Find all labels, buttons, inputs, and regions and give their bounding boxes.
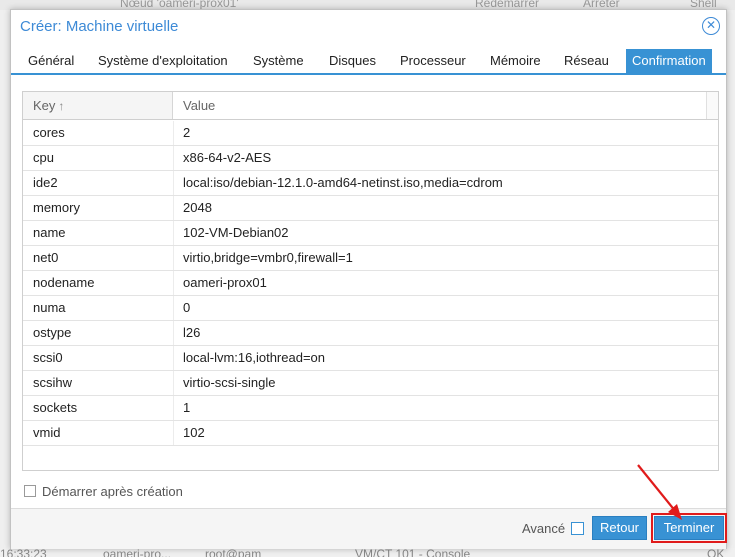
background-left-panel: [0, 10, 10, 548]
row-key: ide2: [33, 175, 58, 190]
column-divider: [173, 196, 174, 220]
row-key: vmid: [33, 425, 61, 440]
column-divider: [173, 171, 174, 195]
column-divider: [173, 296, 174, 320]
tab-network[interactable]: Réseau: [559, 49, 614, 73]
row-key: name: [33, 225, 66, 240]
column-divider: [173, 371, 174, 395]
table-row[interactable]: ide2 local:iso/debian-12.1.0-amd64-netins…: [23, 171, 718, 196]
row-key: cpu: [33, 150, 54, 165]
close-icon[interactable]: ✕: [702, 17, 720, 35]
column-divider: [173, 396, 174, 420]
row-key: sockets: [33, 400, 78, 415]
row-key: ostype: [33, 325, 72, 340]
column-divider: [173, 421, 174, 445]
background-right-panel: [727, 10, 735, 548]
grid-scrollbar[interactable]: [706, 92, 718, 119]
row-value: 0: [183, 300, 191, 315]
wizard-tabs: Général Système d'exploitation Système D…: [11, 49, 726, 75]
table-row[interactable]: cpu x86-64-v2-AES: [23, 146, 718, 171]
row-key: memory: [33, 200, 80, 215]
row-key: scsihw: [33, 375, 73, 390]
back-button[interactable]: Retour: [592, 516, 647, 540]
table-row[interactable]: scsihw virtio-scsi-single: [23, 371, 718, 396]
arrow-up-icon: ↑: [58, 99, 65, 113]
background-task-time: 16:33:23: [0, 548, 47, 557]
table-row[interactable]: memory 2048: [23, 196, 718, 221]
row-value: x86-64-v2-AES: [183, 150, 272, 165]
row-key: cores: [33, 125, 65, 140]
tab-general[interactable]: Général: [23, 49, 79, 73]
row-key: net0: [33, 250, 59, 265]
column-divider: [173, 246, 174, 270]
finish-button[interactable]: Terminer: [651, 513, 727, 543]
table-row[interactable]: name 102-VM-Debian02: [23, 221, 718, 246]
row-value: 102-VM-Debian02: [183, 225, 289, 240]
tab-disks[interactable]: Disques: [324, 49, 381, 73]
checkbox-box[interactable]: [24, 485, 36, 497]
background-task-node: oameri-pro...: [103, 548, 172, 557]
row-key: scsi0: [33, 350, 63, 365]
tab-memory[interactable]: Mémoire: [485, 49, 546, 73]
create-vm-dialog: Créer: Machine virtuelle ✕ Général Systè…: [10, 9, 727, 549]
table-row[interactable]: nodename oameri-prox01: [23, 271, 718, 296]
dialog-footer: Avancé Retour Terminer: [11, 508, 727, 549]
column-divider: [173, 346, 174, 370]
row-key: numa: [33, 300, 66, 315]
start-after-create-checkbox[interactable]: Démarrer après création: [24, 483, 183, 499]
row-value: virtio-scsi-single: [183, 375, 276, 390]
tab-confirmation[interactable]: Confirmation: [626, 49, 712, 73]
tab-os[interactable]: Système d'exploitation: [93, 49, 233, 73]
start-after-create-label: Démarrer après création: [42, 483, 183, 499]
column-divider: [173, 221, 174, 245]
background-task-description: VM/CT 101 - Console: [355, 548, 471, 557]
summary-grid: Key ↑ Value cores 2 cpu x86-64-v2-AES ide2 loc…: [22, 91, 719, 471]
column-header-key-label: Key: [33, 98, 56, 113]
table-row[interactable]: numa 0: [23, 296, 718, 321]
background-task-user: root@pam: [205, 548, 262, 557]
tab-system[interactable]: Système: [248, 49, 309, 73]
background-task-log: 16:33:23 oameri-pro... root@pam VM/CT 10…: [0, 548, 735, 557]
advanced-checkbox[interactable]: [571, 522, 585, 535]
row-value: oameri-prox01: [183, 275, 267, 290]
column-divider: [173, 121, 174, 145]
row-value: virtio,bridge=vmbr0,firewall=1: [183, 250, 353, 265]
row-value: 102: [183, 425, 205, 440]
dialog-title: Créer: Machine virtuelle: [20, 18, 179, 35]
table-row[interactable]: ostype l26: [23, 321, 718, 346]
advanced-toggle[interactable]: Avancé: [522, 521, 585, 536]
table-row[interactable]: sockets 1: [23, 396, 718, 421]
column-divider: [173, 271, 174, 295]
row-value: 2: [183, 125, 191, 140]
grid-header: Key ↑ Value: [23, 92, 718, 120]
table-row[interactable]: scsi0 local-lvm:16,iothread=on: [23, 346, 718, 371]
column-header-key[interactable]: Key ↑: [23, 92, 173, 119]
table-row[interactable]: net0 virtio,bridge=vmbr0,firewall=1: [23, 246, 718, 271]
table-row[interactable]: vmid 102: [23, 421, 718, 446]
row-value: local:iso/debian-12.1.0-amd64-netinst.is…: [183, 175, 503, 190]
dialog-header: Créer: Machine virtuelle ✕: [11, 10, 726, 42]
background-task-status: OK: [707, 548, 725, 557]
column-divider: [173, 146, 174, 170]
column-header-value[interactable]: Value: [173, 92, 718, 119]
row-value: l26: [183, 325, 201, 340]
column-divider: [173, 321, 174, 345]
row-value: 1: [183, 400, 191, 415]
row-key: nodename: [33, 275, 95, 290]
tab-cpu[interactable]: Processeur: [395, 49, 471, 73]
row-value: local-lvm:16,iothread=on: [183, 350, 325, 365]
row-value: 2048: [183, 200, 212, 215]
tab-underline: [11, 73, 726, 75]
table-row[interactable]: cores 2: [23, 121, 718, 146]
advanced-label: Avancé: [522, 521, 566, 536]
